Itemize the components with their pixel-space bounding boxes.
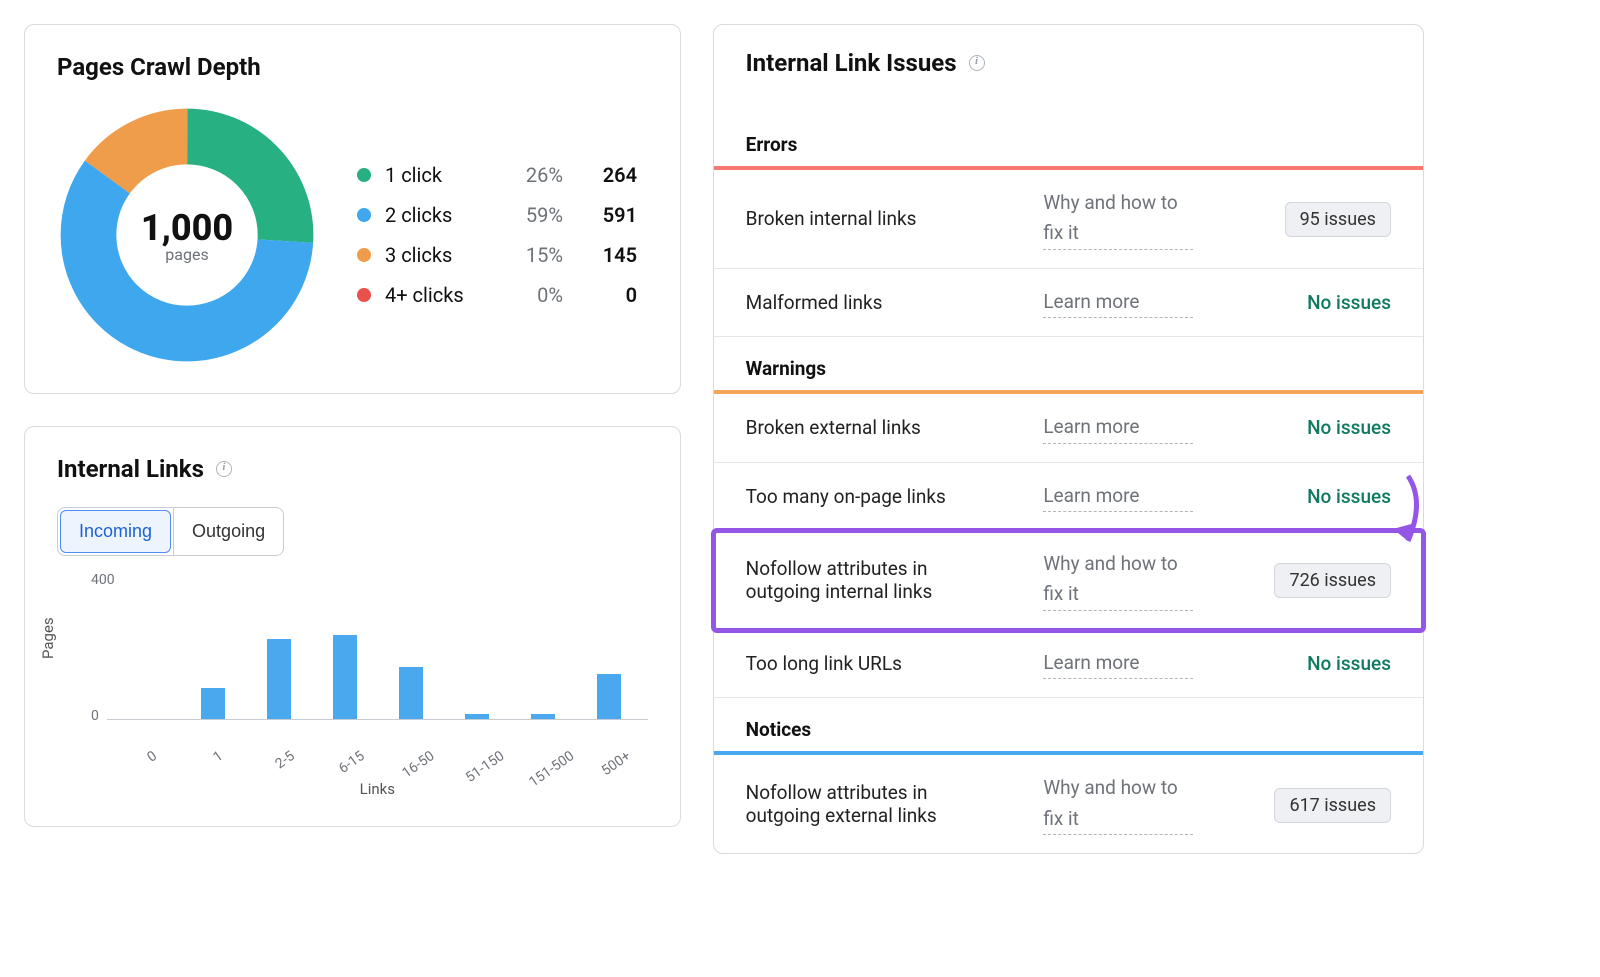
bar-column[interactable]: 51-150 bbox=[457, 714, 497, 719]
issue-row-too-many-links: Too many on-page links Learn more No iss… bbox=[714, 463, 1423, 531]
legend-dot-icon bbox=[357, 168, 371, 182]
legend-count: 264 bbox=[577, 163, 637, 187]
issue-count-badge[interactable]: 726 issues bbox=[1274, 563, 1391, 598]
issue-row-broken-external: Broken external links Learn more No issu… bbox=[714, 394, 1423, 462]
x-axis-label: Links bbox=[107, 780, 648, 798]
issue-help-link[interactable]: Learn more bbox=[1043, 412, 1193, 443]
issue-count-badge[interactable]: 617 issues bbox=[1274, 788, 1391, 823]
links-tab-group: Incoming Outgoing bbox=[57, 507, 284, 556]
legend-percent: 59% bbox=[503, 203, 563, 227]
legend-label: 2 clicks bbox=[385, 203, 489, 227]
tab-outgoing[interactable]: Outgoing bbox=[173, 508, 283, 555]
legend-dot-icon bbox=[357, 208, 371, 222]
issue-name: Nofollow attributes in outgoing external… bbox=[746, 781, 986, 827]
legend-percent: 0% bbox=[503, 283, 563, 307]
issue-help-link[interactable]: Why and how to fix it bbox=[1043, 773, 1193, 835]
legend-dot-icon bbox=[357, 288, 371, 302]
bar-column[interactable]: 1 bbox=[193, 688, 233, 720]
bar-category-label: 0 bbox=[144, 748, 160, 766]
internal-links-title: Internal Links bbox=[57, 455, 648, 483]
legend-count: 0 bbox=[577, 283, 637, 307]
issue-row-nofollow-external: Nofollow attributes in outgoing external… bbox=[714, 755, 1423, 853]
issue-help-link[interactable]: Learn more bbox=[1043, 481, 1193, 512]
issue-name: Too long link URLs bbox=[746, 652, 986, 675]
internal-links-card: Internal Links Incoming Outgoing Pages 4… bbox=[24, 426, 681, 827]
legend-count: 591 bbox=[577, 203, 637, 227]
legend-percent: 26% bbox=[503, 163, 563, 187]
issue-help-link[interactable]: Why and how to fix it bbox=[1043, 549, 1193, 611]
issue-name: Broken internal links bbox=[746, 207, 986, 230]
bar-category-label: 500+ bbox=[599, 748, 634, 779]
crawl-depth-legend: 1 click 26% 264 2 clicks 59% 591 3 clicks 15% 14… bbox=[357, 163, 637, 307]
bar-category-label: 6-15 bbox=[336, 748, 368, 777]
issue-help-link[interactable]: Why and how to fix it bbox=[1043, 188, 1193, 250]
crawl-depth-card: Pages Crawl Depth 1,000 pages 1 click 26%… bbox=[24, 24, 681, 394]
section-errors: Errors bbox=[714, 113, 1423, 166]
bar bbox=[465, 714, 489, 719]
bar-category-label: 2-5 bbox=[273, 748, 298, 772]
no-issues-label: No issues bbox=[1307, 485, 1391, 508]
bar-category-label: 1 bbox=[210, 748, 226, 766]
legend-label: 3 clicks bbox=[385, 243, 489, 267]
bar bbox=[597, 674, 621, 720]
issue-row-nofollow-internal: Nofollow attributes in outgoing internal… bbox=[714, 531, 1423, 630]
legend-label: 1 click bbox=[385, 163, 489, 187]
bar-column[interactable]: 2-5 bbox=[259, 639, 299, 720]
tab-incoming[interactable]: Incoming bbox=[60, 510, 171, 553]
crawl-depth-title: Pages Crawl Depth bbox=[57, 53, 648, 81]
y-axis-label: Pages bbox=[39, 617, 57, 659]
legend-dot-icon bbox=[357, 248, 371, 262]
bar bbox=[333, 635, 357, 719]
bar-category-label: 16-50 bbox=[400, 748, 438, 781]
bar-column[interactable]: 6-15 bbox=[325, 635, 365, 719]
internal-link-issues-card: Internal Link Issues Errors Broken inter… bbox=[713, 24, 1424, 854]
section-notices: Notices bbox=[714, 698, 1423, 751]
issue-name: Too many on-page links bbox=[746, 485, 986, 508]
bar bbox=[531, 714, 555, 719]
legend-label: 4+ clicks bbox=[385, 283, 489, 307]
legend-percent: 15% bbox=[503, 243, 563, 267]
no-issues-label: No issues bbox=[1307, 291, 1391, 314]
issue-row-too-long-urls: Too long link URLs Learn more No issues bbox=[714, 630, 1423, 698]
issue-row-malformed: Malformed links Learn more No issues bbox=[714, 269, 1423, 337]
bar-column[interactable]: 16-50 bbox=[391, 667, 431, 720]
y-tick-0: 0 bbox=[91, 708, 99, 724]
legend-row[interactable]: 1 click 26% 264 bbox=[357, 163, 637, 187]
legend-count: 145 bbox=[577, 243, 637, 267]
issue-help-link[interactable]: Learn more bbox=[1043, 648, 1193, 679]
issue-help-link[interactable]: Learn more bbox=[1043, 287, 1193, 318]
legend-row[interactable]: 3 clicks 15% 145 bbox=[357, 243, 637, 267]
internal-links-bar-chart: Pages 400 0 012-56-1516-5051-150151-5005… bbox=[57, 580, 648, 798]
issues-title: Internal Link Issues bbox=[714, 49, 1423, 89]
issues-title-text: Internal Link Issues bbox=[746, 49, 957, 77]
issue-row-broken-internal: Broken internal links Why and how to fix… bbox=[714, 170, 1423, 269]
legend-row[interactable]: 4+ clicks 0% 0 bbox=[357, 283, 637, 307]
issue-name: Nofollow attributes in outgoing internal… bbox=[746, 557, 986, 603]
crawl-depth-donut: 1,000 pages bbox=[57, 105, 317, 365]
info-icon[interactable] bbox=[216, 461, 232, 477]
no-issues-label: No issues bbox=[1307, 416, 1391, 439]
donut-sub: pages bbox=[165, 245, 208, 264]
info-icon[interactable] bbox=[969, 55, 985, 71]
issue-name: Broken external links bbox=[746, 416, 986, 439]
bar-column[interactable]: 500+ bbox=[589, 674, 629, 720]
bar-column[interactable]: 151-500 bbox=[523, 714, 563, 719]
legend-row[interactable]: 2 clicks 59% 591 bbox=[357, 203, 637, 227]
bar bbox=[267, 639, 291, 720]
bar bbox=[201, 688, 225, 720]
section-warnings: Warnings bbox=[714, 337, 1423, 390]
issue-name: Malformed links bbox=[746, 291, 986, 314]
donut-total: 1,000 bbox=[141, 207, 233, 249]
no-issues-label: No issues bbox=[1307, 652, 1391, 675]
internal-links-title-text: Internal Links bbox=[57, 455, 204, 483]
bar bbox=[399, 667, 423, 720]
issue-count-badge[interactable]: 95 issues bbox=[1285, 202, 1391, 237]
